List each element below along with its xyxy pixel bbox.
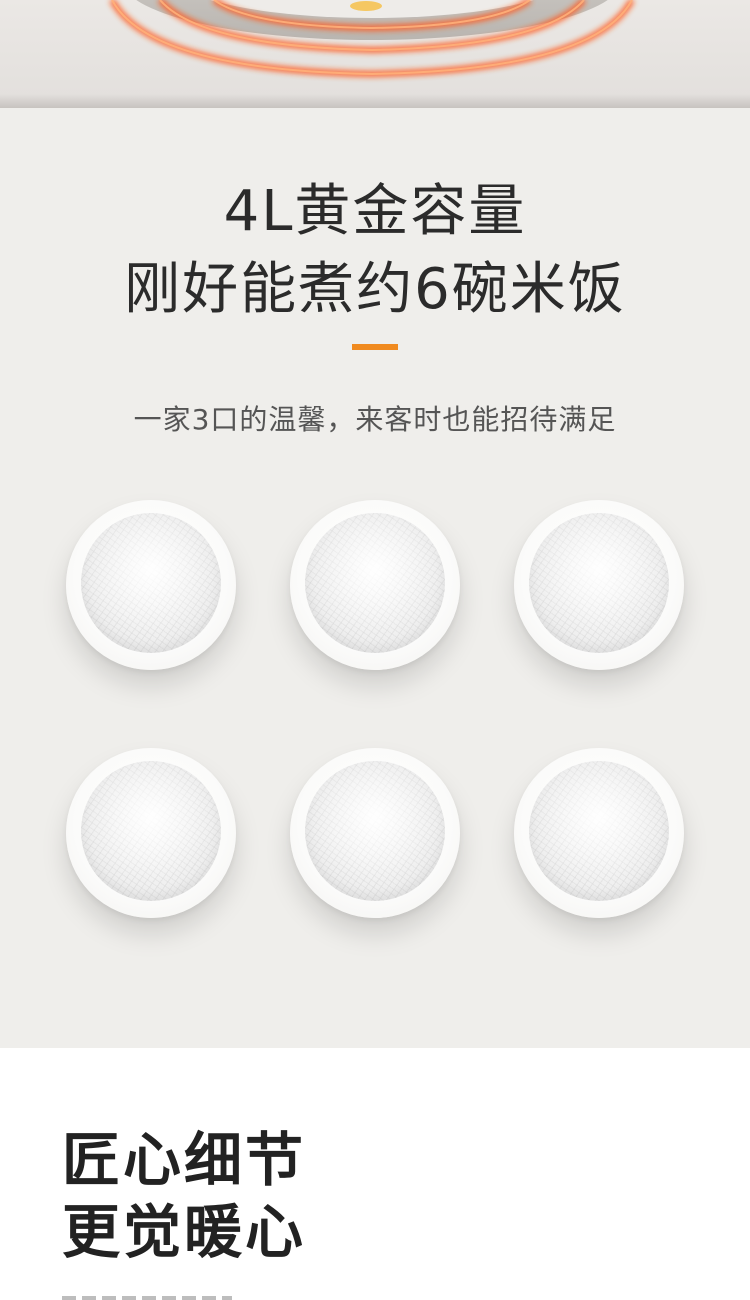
rice-fill	[529, 761, 669, 901]
rice-fill	[81, 761, 221, 901]
accent-divider	[352, 344, 398, 350]
rice-fill	[529, 513, 669, 653]
capacity-description: 一家3口的温馨，来客时也能招待满足	[133, 403, 617, 436]
rice-bowl-6	[514, 748, 684, 918]
cropped-caption-text	[62, 1286, 232, 1300]
rice-bowl-4	[66, 748, 236, 918]
marble-shadow	[0, 94, 750, 108]
rice-bowl-1	[66, 500, 236, 670]
details-section: 匠心细节 更觉暖心	[0, 1048, 750, 1300]
rice-bowl-3	[514, 500, 684, 670]
rice-fill	[81, 513, 221, 653]
capacity-section: 4L黄金容量 刚好能煮约6碗米饭 一家3口的温馨，来客时也能招待满足	[0, 108, 750, 1048]
rice-fill	[305, 761, 445, 901]
rice-bowl-5	[290, 748, 460, 918]
details-title: 匠心细节	[62, 1126, 307, 1194]
capacity-subheadline: 刚好能煮约6碗米饭	[124, 257, 626, 322]
rice-bowl-2	[290, 500, 460, 670]
details-subtitle: 更觉暖心	[62, 1198, 307, 1266]
cooker-heating-glow	[109, 0, 635, 78]
rice-fill	[305, 513, 445, 653]
capacity-headline: 4L黄金容量	[223, 179, 527, 244]
hero-image-strip	[0, 0, 750, 108]
